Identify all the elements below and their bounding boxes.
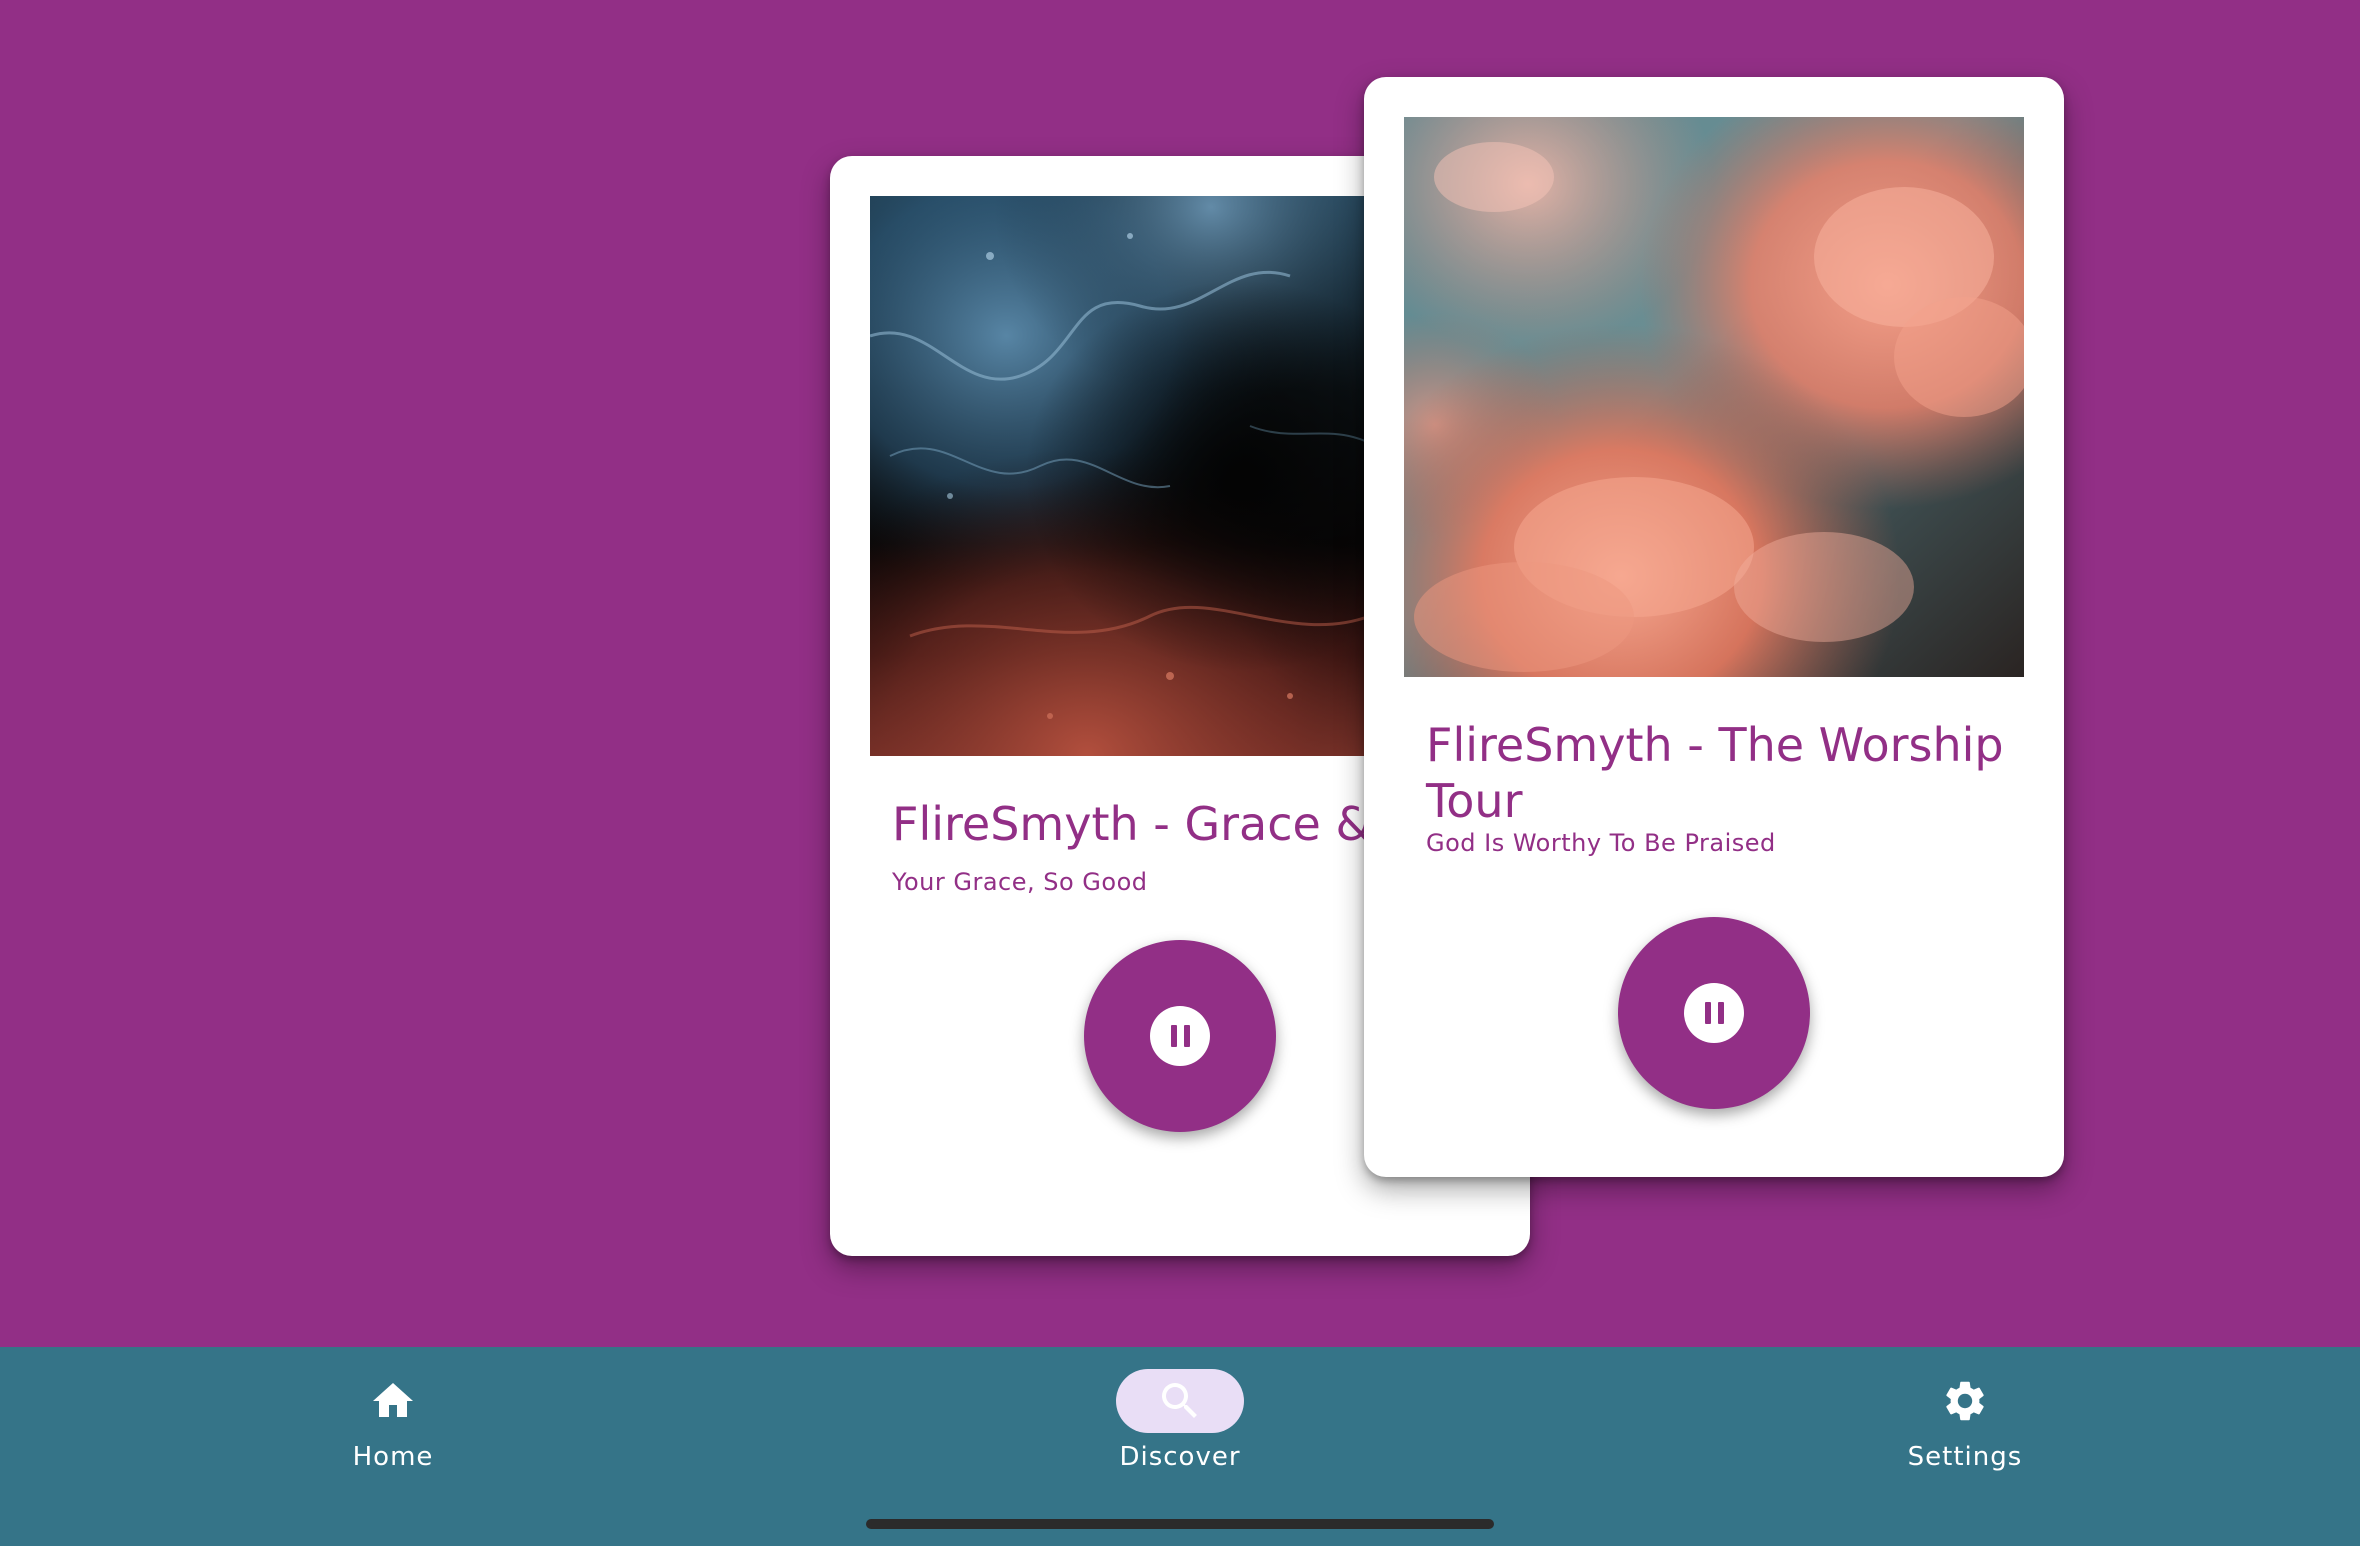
home-icon — [373, 1383, 413, 1417]
clouds-sky-image — [1404, 117, 2024, 677]
search-icon — [1162, 1383, 1197, 1418]
nav-label-discover: Discover — [1119, 1442, 1241, 1472]
song-title: FlireSmyth - The Worship Tour — [1426, 718, 2004, 828]
bottom-navigation-bar: Home Discover Settings — [0, 1347, 2360, 1546]
pause-button[interactable] — [1618, 917, 1810, 1109]
nav-label-settings: Settings — [1907, 1442, 2023, 1472]
song-subtitle: Your Grace, So Good — [892, 868, 1148, 896]
app-screen: FlireSmyth - Grace & M Your Grace, So Go… — [0, 0, 2360, 1546]
gear-icon — [1946, 1381, 1984, 1421]
pause-icon — [1150, 1006, 1210, 1066]
pause-icon — [1684, 983, 1744, 1043]
nav-item-home[interactable]: Home — [273, 1369, 513, 1479]
nav-label-home: Home — [352, 1442, 434, 1472]
song-card[interactable]: FlireSmyth - The Worship Tour God Is Wor… — [1364, 77, 2064, 1177]
home-indicator[interactable] — [866, 1519, 1494, 1529]
nav-item-settings[interactable]: Settings — [1845, 1369, 2085, 1479]
nav-active-indicator — [1116, 1369, 1244, 1433]
pause-button[interactable] — [1084, 940, 1276, 1132]
nav-icon-container — [1901, 1369, 2029, 1433]
nav-item-discover[interactable]: Discover — [1060, 1369, 1300, 1479]
song-subtitle: God Is Worthy To Be Praised — [1426, 829, 1776, 857]
nav-icon-container — [329, 1369, 457, 1433]
album-artwork — [1404, 117, 2024, 677]
